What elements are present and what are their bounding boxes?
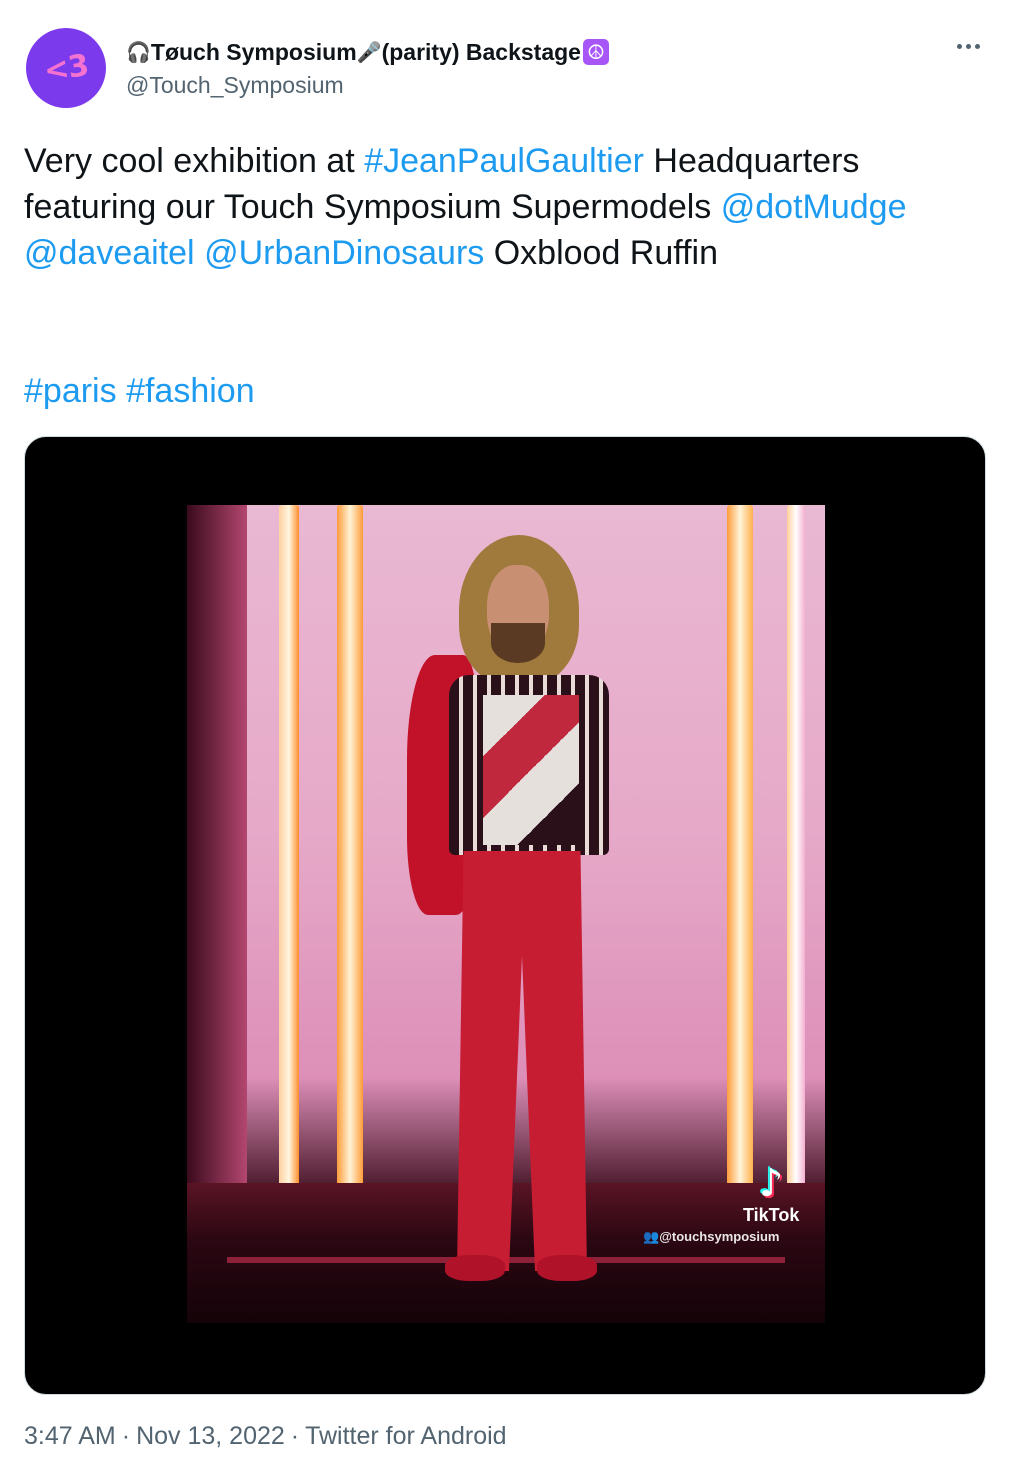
headphones-icon: 🎧 xyxy=(126,41,151,64)
video-frame[interactable]: ♪ TikTok 👥@touchsymposium xyxy=(187,505,825,1323)
meta-separator: · xyxy=(121,1422,131,1450)
more-dot xyxy=(965,43,971,49)
shoe xyxy=(445,1255,505,1281)
more-dot xyxy=(974,43,980,49)
model-figure xyxy=(387,525,647,1305)
light-column xyxy=(279,505,299,1203)
beard xyxy=(491,623,545,663)
light-column xyxy=(727,505,753,1203)
mention-link[interactable]: @dotMudge xyxy=(721,188,907,226)
tweet-text-segment: Very cool exhibition at xyxy=(24,142,365,180)
tweet-time[interactable]: 3:47 AM xyxy=(24,1422,116,1450)
tiktok-handle: 👥@touchsymposium xyxy=(643,1229,780,1245)
tweet-date[interactable]: Nov 13, 2022 xyxy=(136,1422,285,1450)
tweet-meta: 3:47 AM · Nov 13, 2022 · Twitter for Android xyxy=(24,1422,507,1451)
mention-link[interactable]: @UrbanDinosaurs xyxy=(204,234,484,272)
shoe xyxy=(537,1255,597,1281)
author-handle[interactable]: @Touch_Symposium xyxy=(126,72,344,99)
more-dot xyxy=(956,43,962,49)
display-name-part2: (parity) Backstage xyxy=(381,38,581,65)
hashtag-link[interactable]: #JeanPaulGaultier xyxy=(364,142,644,180)
display-name[interactable]: 🎧 Tøuch Symposium 🎤 (parity) Backstage ☮ xyxy=(126,36,609,68)
red-trousers xyxy=(457,851,587,1271)
microphone-notes-icon: 🎤 xyxy=(356,41,382,64)
sweater-pattern xyxy=(483,695,579,845)
tweet-text-segment: Oxblood Ruffin xyxy=(484,234,718,272)
tweet-source[interactable]: Twitter for Android xyxy=(305,1422,506,1450)
light-column xyxy=(787,505,805,1203)
tweet-media-video[interactable]: ♪ TikTok 👥@touchsymposium xyxy=(24,436,986,1395)
display-name-part1: Tøuch Symposium xyxy=(150,38,357,65)
tiktok-watermark: ♪ TikTok xyxy=(743,1163,799,1226)
avatar[interactable]: <3 xyxy=(26,28,106,108)
tiktok-label: TikTok xyxy=(743,1205,800,1225)
more-options-button[interactable] xyxy=(950,34,986,58)
tweet-hashtags: #paris #fashion xyxy=(24,368,255,414)
tweet-header: <3 🎧 Tøuch Symposium 🎤 (parity) Backstag… xyxy=(26,28,990,112)
hashtag-link[interactable]: #paris xyxy=(24,372,117,410)
tiktok-handle-text: @touchsymposium xyxy=(659,1229,780,1244)
backdrop-wall xyxy=(187,505,247,1193)
avatar-text: <3 xyxy=(41,47,91,89)
meta-separator: · xyxy=(290,1422,300,1450)
user-icon: 👥 xyxy=(643,1229,660,1244)
tiktok-icon: ♪ xyxy=(759,1161,784,1205)
light-column xyxy=(337,505,363,1203)
mention-link[interactable]: @daveaitel xyxy=(24,234,195,272)
hashtag-link[interactable]: #fashion xyxy=(126,372,255,410)
peace-icon: ☮ xyxy=(582,39,609,65)
tweet-body: Very cool exhibition at #JeanPaulGaultie… xyxy=(24,138,990,276)
